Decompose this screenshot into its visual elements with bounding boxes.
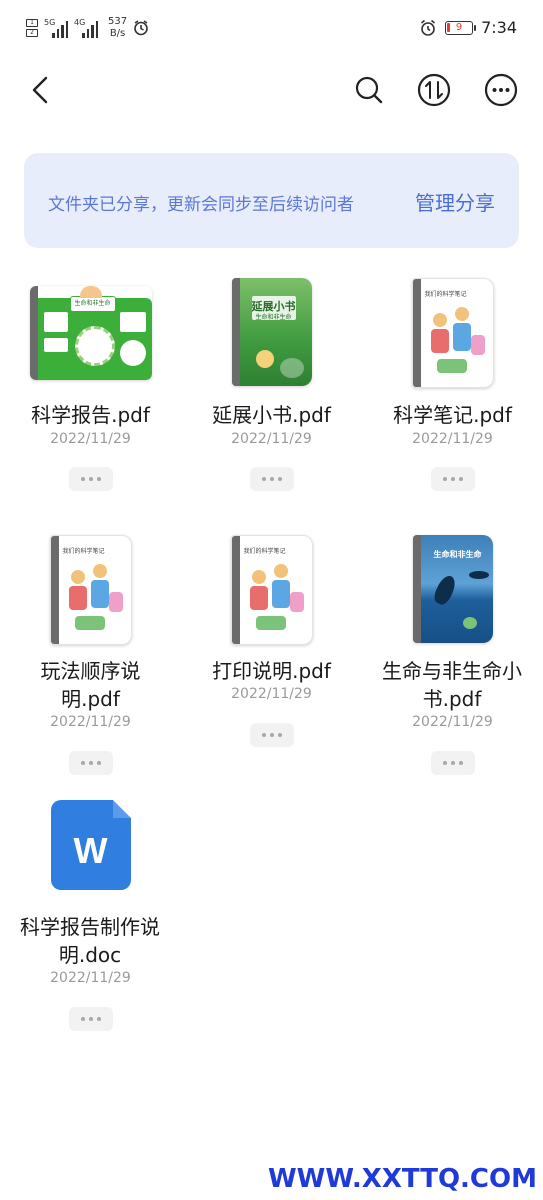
ocean-book-thumbnail: 生命和非生命 — [412, 535, 493, 643]
file-thumbnail: W — [50, 800, 131, 890]
share-banner-message: 文件夹已分享，更新会同步至后续访问者 — [48, 195, 354, 215]
file-thumbnail: 生命和非生命 — [29, 278, 152, 380]
timer-icon — [134, 20, 148, 36]
network-speed: 537 B/s — [108, 16, 127, 40]
file-item[interactable]: 我们的科学笔记 玩法顺序说明.pdf 2022/11/29 — [0, 535, 181, 775]
clock: 7:34 — [481, 18, 517, 37]
search-button[interactable] — [349, 70, 389, 110]
file-item[interactable]: W 科学报告制作说明.doc 2022/11/29 — [0, 800, 181, 1040]
sim1-chip: 1 — [26, 19, 38, 27]
file-more-button[interactable] — [68, 751, 113, 775]
word-doc-icon: W — [50, 800, 131, 890]
file-name: 玩法顺序说明.pdf — [40, 659, 141, 711]
file-item[interactable]: 我们的科学笔记 科学笔记.pdf 2022/11/29 — [362, 278, 543, 498]
file-name: 科学报告.pdf — [31, 403, 150, 427]
signal-5g-icon: 5G — [44, 18, 68, 38]
sort-button[interactable] — [414, 70, 454, 110]
book-title: 我们的科学笔记 — [62, 548, 105, 555]
file-more-button[interactable] — [430, 751, 475, 775]
green-book-thumbnail: 延展小书 生命和非生命 — [231, 278, 312, 386]
file-name: 科学笔记.pdf — [393, 403, 512, 427]
back-button[interactable] — [22, 70, 62, 110]
book-title: 我们的科学笔记 — [424, 291, 467, 298]
toolbar — [0, 60, 543, 120]
file-thumbnail: 生命和非生命 — [412, 535, 493, 643]
poster-title: 生命和非生命 — [69, 296, 116, 312]
file-date: 2022/11/29 — [231, 686, 312, 702]
network-speed-value: 537 — [108, 16, 128, 27]
file-item[interactable]: 我们的科学笔记 打印说明.pdf 2022/11/29 — [181, 535, 362, 775]
file-name: 科学报告制作说明.doc — [20, 915, 160, 967]
file-date: 2022/11/29 — [50, 431, 131, 447]
watermark: WWW.XXTTQ.COM — [268, 1164, 537, 1194]
book-title: 生命和非生命 — [433, 550, 482, 559]
signal-4g-icon: 4G — [74, 18, 98, 38]
poster-thumbnail: 生命和非生命 — [29, 286, 152, 380]
word-doc-letter: W — [73, 830, 108, 871]
status-left: 1 2 5G 4G 537 B/s — [26, 16, 149, 40]
sim-indicators: 1 2 — [26, 19, 38, 37]
book-subtitle: 生命和非生命 — [255, 314, 292, 321]
kids-book-thumbnail: 我们的科学笔记 — [230, 535, 313, 645]
search-icon — [355, 76, 383, 104]
book-title: 我们的科学笔记 — [243, 548, 286, 555]
file-more-button[interactable] — [430, 467, 475, 491]
file-name: 延展小书.pdf — [212, 403, 331, 427]
file-more-button[interactable] — [68, 467, 113, 491]
file-date: 2022/11/29 — [231, 431, 312, 447]
file-thumbnail: 我们的科学笔记 — [411, 278, 494, 388]
file-date: 2022/11/29 — [50, 714, 131, 730]
status-right: 9 7:34 — [419, 18, 517, 37]
file-name: 生命与非生命小书.pdf — [382, 659, 522, 711]
file-more-button[interactable] — [249, 723, 294, 747]
file-date: 2022/11/29 — [412, 714, 493, 730]
sort-icon — [417, 73, 451, 107]
network-speed-unit: B/s — [109, 28, 126, 39]
file-date: 2022/11/29 — [50, 970, 131, 986]
alarm-icon — [421, 19, 436, 36]
status-bar: 1 2 5G 4G 537 B/s 9 7:34 — [0, 0, 543, 60]
sim2-chip: 2 — [26, 29, 38, 37]
kids-book-thumbnail: 我们的科学笔记 — [49, 535, 132, 645]
file-name: 打印说明.pdf — [212, 659, 331, 683]
file-thumbnail: 延展小书 生命和非生命 — [231, 278, 312, 386]
file-item[interactable]: 生命和非生命 生命与非生命小书.pdf 2022/11/29 — [362, 535, 543, 775]
file-more-button[interactable] — [68, 1007, 113, 1031]
file-more-button[interactable] — [249, 467, 294, 491]
back-icon — [32, 76, 48, 104]
share-banner: 文件夹已分享，更新会同步至后续访问者 管理分享 — [24, 153, 519, 248]
manage-share-button[interactable]: 管理分享 — [415, 187, 495, 216]
battery-level: 9 — [455, 21, 463, 33]
file-date: 2022/11/29 — [412, 431, 493, 447]
file-thumbnail: 我们的科学笔记 — [230, 535, 313, 645]
more-options-button[interactable] — [481, 70, 521, 110]
file-item[interactable]: 生命和非生命 科学报告.pdf 2022/11/29 — [0, 278, 181, 498]
kids-book-thumbnail: 我们的科学笔记 — [411, 278, 494, 388]
battery-icon: 9 — [445, 20, 477, 35]
file-item[interactable]: 延展小书 生命和非生命 延展小书.pdf 2022/11/29 — [181, 278, 362, 498]
file-thumbnail: 我们的科学笔记 — [49, 535, 132, 645]
more-icon — [484, 73, 518, 107]
